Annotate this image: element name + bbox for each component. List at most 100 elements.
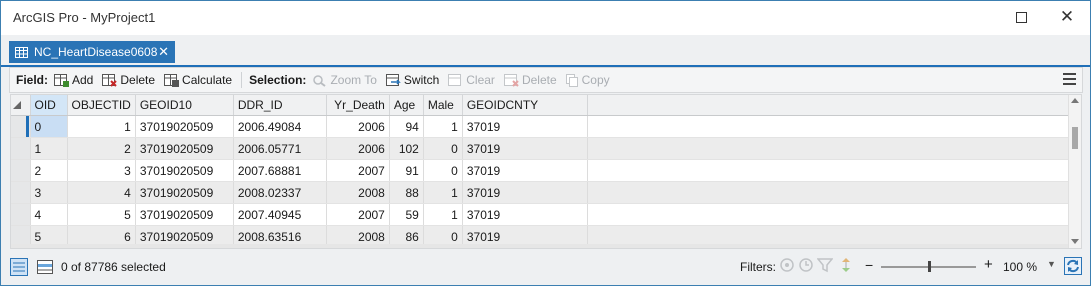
table-toolbar: Field: Add Delete Calculate Selection: Z… xyxy=(9,67,1083,93)
table-row[interactable]: 1 2 37019020509 2006.05771 2006 102 0 37… xyxy=(11,137,1073,160)
table-cell[interactable]: 2 xyxy=(67,137,136,160)
zoom-slider[interactable] xyxy=(881,261,976,272)
row-selector[interactable] xyxy=(11,203,31,226)
table-cell[interactable]: 37019 xyxy=(462,137,588,160)
table-cell[interactable]: 1 xyxy=(423,115,463,138)
table-cell[interactable]: 2007 xyxy=(326,203,390,226)
table-cell[interactable]: 2006 xyxy=(326,115,390,138)
scroll-thumb[interactable] xyxy=(1072,127,1078,149)
table-cell[interactable]: 2007.40945 xyxy=(233,203,327,226)
column-header[interactable]: GEOID10 xyxy=(135,95,234,116)
row-selector[interactable] xyxy=(11,115,31,138)
add-field-button[interactable]: Add xyxy=(54,73,93,87)
table-cell[interactable]: 37019020509 xyxy=(135,115,234,138)
table-cell[interactable]: 2007.68881 xyxy=(233,159,327,182)
table-row[interactable]: 2 3 37019020509 2007.68881 2007 91 0 370… xyxy=(11,159,1073,182)
table-cell[interactable]: 2006.05771 xyxy=(233,137,327,160)
zoom-slider-knob[interactable] xyxy=(927,261,931,272)
table-cell[interactable]: 37019020509 xyxy=(135,203,234,226)
menu-icon[interactable] xyxy=(1063,73,1076,88)
table-cell[interactable]: 102 xyxy=(389,137,424,160)
table-cell[interactable]: 2 xyxy=(30,159,68,182)
row-selector[interactable] xyxy=(11,159,31,182)
refresh-icon[interactable] xyxy=(1064,257,1082,275)
horizontal-scrollbar[interactable] xyxy=(11,244,1068,248)
column-header[interactable]: OID xyxy=(30,95,68,116)
scroll-down-icon[interactable] xyxy=(1071,239,1079,244)
table-row[interactable]: 3 4 37019020509 2008.02337 2008 88 1 370… xyxy=(11,181,1073,204)
select-all-corner[interactable] xyxy=(11,95,31,116)
table-cell[interactable]: 4 xyxy=(67,181,136,204)
scroll-up-icon[interactable] xyxy=(1071,98,1079,103)
table-cell[interactable]: 37019020509 xyxy=(135,137,234,160)
table-cell[interactable]: 37019 xyxy=(462,115,588,138)
table-row[interactable]: 4 5 37019020509 2007.40945 2007 59 1 370… xyxy=(11,203,1073,226)
table-cell[interactable]: 1 xyxy=(30,137,68,160)
column-header[interactable]: Yr_Death xyxy=(326,95,390,116)
table-cell[interactable]: 91 xyxy=(389,159,424,182)
extent-filter-icon[interactable] xyxy=(779,257,795,273)
empty-cell xyxy=(587,137,1073,160)
sync-arrows-icon[interactable] xyxy=(839,257,853,273)
table-row[interactable]: 0 1 37019020509 2006.49084 2006 94 1 370… xyxy=(11,115,1073,138)
clear-selection-button[interactable]: Clear xyxy=(448,73,495,87)
vertical-scrollbar[interactable] xyxy=(1068,95,1081,248)
tab-label: NC_HeartDisease0608 xyxy=(34,45,158,59)
table-cell[interactable]: 0 xyxy=(423,159,463,182)
zoom-to-button[interactable]: Zoom To xyxy=(312,73,377,87)
table-cell[interactable]: 37019020509 xyxy=(135,181,234,204)
table-cell[interactable]: 2006 xyxy=(326,137,390,160)
delete-selection-icon xyxy=(503,73,519,87)
title-bar: ArcGIS Pro - MyProject1 ✕ xyxy=(1,1,1090,35)
calculate-field-button[interactable]: Calculate xyxy=(164,73,232,87)
maximize-button[interactable] xyxy=(1007,5,1035,29)
table-cell[interactable]: 0 xyxy=(30,115,68,138)
range-filter-icon[interactable] xyxy=(817,257,833,273)
empty-cell xyxy=(587,203,1073,226)
table-cell[interactable]: 5 xyxy=(67,203,136,226)
column-header[interactable]: DDR_ID xyxy=(233,95,327,116)
column-header[interactable]: Age xyxy=(389,95,424,116)
table-cell[interactable]: 37019 xyxy=(462,159,588,182)
table-cell[interactable]: 3 xyxy=(67,159,136,182)
table-cell[interactable]: 1 xyxy=(67,115,136,138)
table-cell[interactable]: 2007 xyxy=(326,159,390,182)
table-cell[interactable]: 94 xyxy=(389,115,424,138)
table-cell[interactable]: 0 xyxy=(423,137,463,160)
table-cell[interactable]: 4 xyxy=(30,203,68,226)
delete-selection-button[interactable]: Delete xyxy=(503,73,557,87)
copy-button[interactable]: Copy xyxy=(565,73,610,87)
toolbar-divider xyxy=(241,72,243,88)
row-selector[interactable] xyxy=(11,137,31,160)
zoom-dropdown-icon[interactable]: ▼ xyxy=(1047,259,1056,269)
table-cell[interactable]: 2006.49084 xyxy=(233,115,327,138)
tab-close-icon[interactable]: ✕ xyxy=(158,44,169,60)
corner-triangle-icon xyxy=(13,101,21,109)
zoom-to-label: Zoom To xyxy=(330,73,377,87)
column-header[interactable]: GEOIDCNTY xyxy=(462,95,588,116)
table-cell[interactable]: 37019 xyxy=(462,203,588,226)
zoom-in-button[interactable]: + xyxy=(984,256,993,273)
zoom-out-button[interactable]: − xyxy=(865,257,873,273)
table-cell[interactable]: 2008 xyxy=(326,181,390,204)
table-cell[interactable]: 1 xyxy=(423,203,463,226)
table-cell[interactable]: 88 xyxy=(389,181,424,204)
close-window-button[interactable]: ✕ xyxy=(1053,5,1081,29)
zoom-level[interactable]: 100 % xyxy=(1003,260,1037,274)
tab-nc-heartdisease[interactable]: NC_HeartDisease0608 ✕ xyxy=(9,41,175,63)
table-cell[interactable]: 37019020509 xyxy=(135,159,234,182)
column-header[interactable]: Male xyxy=(423,95,463,116)
delete-field-button[interactable]: Delete xyxy=(102,73,155,87)
time-filter-icon[interactable] xyxy=(798,257,814,273)
table-cell[interactable]: 3 xyxy=(30,181,68,204)
switch-selection-button[interactable]: Switch xyxy=(385,73,439,87)
calculate-icon xyxy=(164,73,180,87)
table-cell[interactable]: 59 xyxy=(389,203,424,226)
show-selected-records-button[interactable] xyxy=(35,257,55,277)
table-cell[interactable]: 1 xyxy=(423,181,463,204)
show-all-records-button[interactable] xyxy=(9,257,29,277)
table-cell[interactable]: 2008.02337 xyxy=(233,181,327,204)
table-cell[interactable]: 37019 xyxy=(462,181,588,204)
column-header[interactable]: OBJECTID xyxy=(67,95,136,116)
row-selector[interactable] xyxy=(11,181,31,204)
